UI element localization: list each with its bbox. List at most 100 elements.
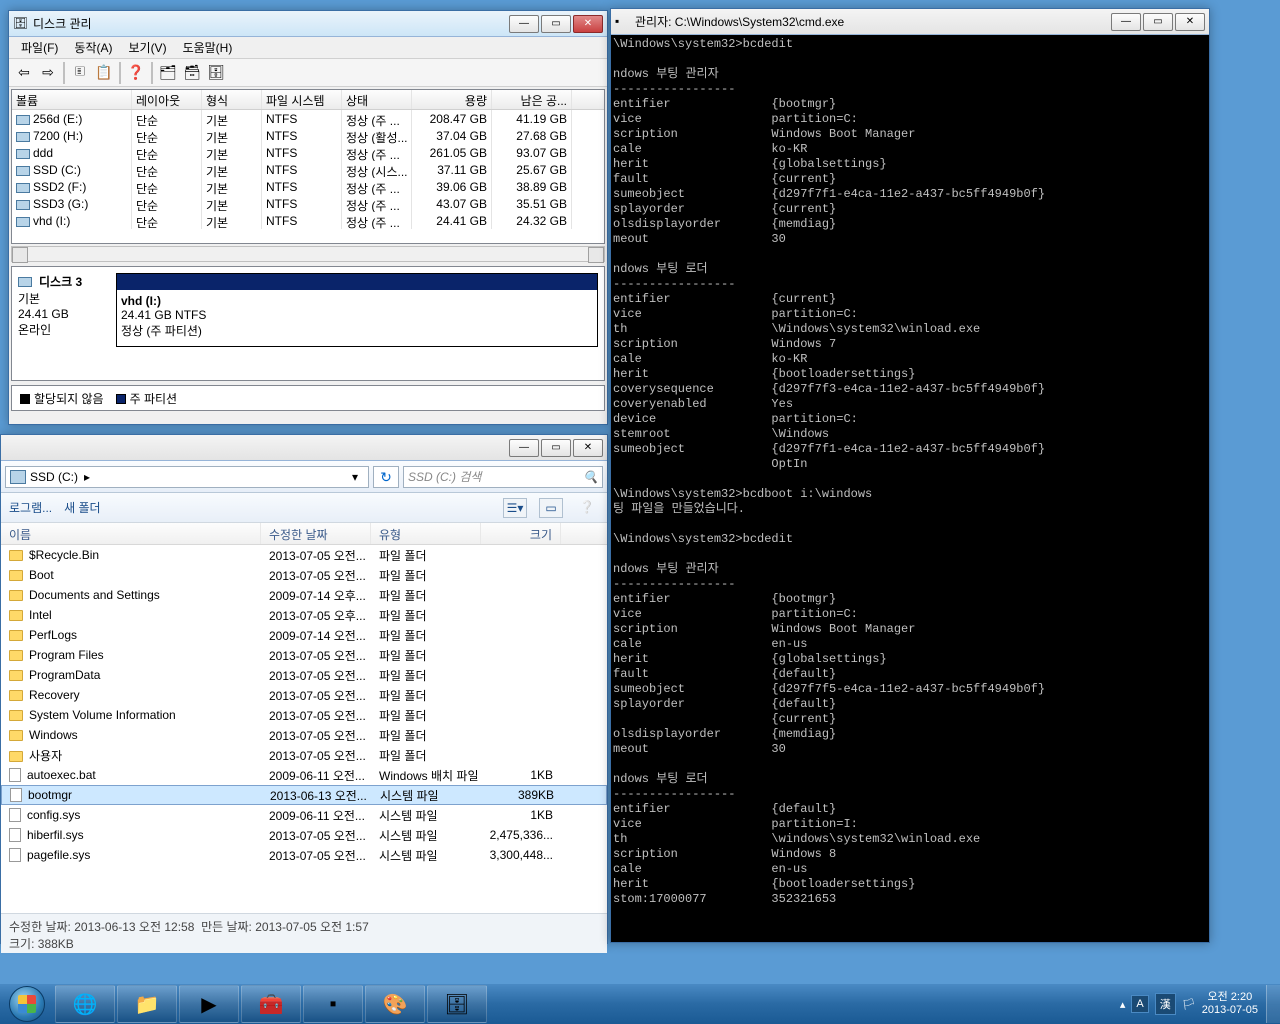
titlebar[interactable]: ▪ 관리자: C:\Windows\System32\cmd.exe — ▭ ✕ <box>611 9 1209 35</box>
file-row[interactable]: autoexec.bat2009-06-11 오전...Windows 배치 파… <box>1 765 607 785</box>
separator <box>151 62 153 84</box>
taskbar-item-explorer[interactable]: 📁 <box>117 985 177 1023</box>
volume-row[interactable]: vhd (I:)단순기본NTFS정상 (주 ...24.41 GB24.32 G… <box>12 212 604 229</box>
view-options-icon[interactable]: ☰▾ <box>503 498 527 518</box>
col-size[interactable]: 크기 <box>481 523 561 544</box>
file-row[interactable]: PerfLogs2009-07-14 오전...파일 폴더 <box>1 625 607 645</box>
refresh-button[interactable]: ↻ <box>373 466 399 488</box>
file-row[interactable]: pagefile.sys2013-07-05 오전...시스템 파일3,300,… <box>1 845 607 865</box>
file-row[interactable]: config.sys2009-06-11 오전...시스템 파일1KB <box>1 805 607 825</box>
maximize-button[interactable]: ▭ <box>541 439 571 457</box>
col-type[interactable]: 형식 <box>202 90 262 109</box>
titlebar[interactable]: — ▭ ✕ <box>1 435 607 461</box>
disk-icon <box>18 277 32 287</box>
volume-row[interactable]: SSD (C:)단순기본NTFS정상 (시스...37.11 GB25.67 G… <box>12 161 604 178</box>
column-headers: 볼륨 레이아웃 형식 파일 시스템 상태 용량 남은 공... <box>12 90 604 110</box>
file-row[interactable]: ProgramData2013-07-05 오전...파일 폴더 <box>1 665 607 685</box>
tray-expand-icon[interactable]: ▴ <box>1120 998 1126 1011</box>
search-icon[interactable]: 🔍 <box>583 470 598 484</box>
maximize-button[interactable]: ▭ <box>1143 13 1173 31</box>
close-button[interactable]: ✕ <box>573 15 603 33</box>
file-list[interactable]: 이름 수정한 날짜 유형 크기 $Recycle.Bin2013-07-05 오… <box>1 523 607 913</box>
titlebar[interactable]: 🗄 디스크 관리 — ▭ ✕ <box>9 11 607 37</box>
minimize-button[interactable]: — <box>1111 13 1141 31</box>
organize-menu[interactable]: 로그램... <box>9 499 52 516</box>
action2-icon[interactable]: 🗃 <box>181 62 203 84</box>
help-icon[interactable]: ❔ <box>575 498 599 518</box>
terminal-output[interactable]: \Windows\system32>bcdedit ndows 부팅 관리자 -… <box>611 35 1209 942</box>
file-row[interactable]: Intel2013-07-05 오후...파일 폴더 <box>1 605 607 625</box>
col-status[interactable]: 상태 <box>342 90 412 109</box>
file-row[interactable]: Boot2013-07-05 오전...파일 폴더 <box>1 565 607 585</box>
properties-icon[interactable]: 📋 <box>93 62 115 84</box>
taskbar-item-ie[interactable]: 🌐 <box>55 985 115 1023</box>
file-row[interactable]: bootmgr2013-06-13 오전...시스템 파일389KB <box>1 785 607 805</box>
volume-row[interactable]: 256d (E:)단순기본NTFS정상 (주 ...208.47 GB41.19… <box>12 110 604 127</box>
col-free[interactable]: 남은 공... <box>492 90 572 109</box>
start-button[interactable] <box>0 984 54 1024</box>
disk-label: 디스크 3 기본 24.41 GB 온라인 <box>18 273 108 347</box>
menu-action[interactable]: 동작(A) <box>66 39 120 56</box>
close-button[interactable]: ✕ <box>573 439 603 457</box>
ime-lang[interactable]: 漢 <box>1155 993 1176 1015</box>
col-layout[interactable]: 레이아웃 <box>132 90 202 109</box>
unallocated-swatch <box>20 394 30 404</box>
maximize-button[interactable]: ▭ <box>541 15 571 33</box>
file-row[interactable]: System Volume Information2013-07-05 오전..… <box>1 705 607 725</box>
forward-icon[interactable]: ⇨ <box>37 62 59 84</box>
chevron-down-icon[interactable]: ▸ <box>78 470 96 484</box>
taskbar-item-cmd[interactable]: ▪ <box>303 985 363 1023</box>
file-row[interactable]: Documents and Settings2009-07-14 오후...파일… <box>1 585 607 605</box>
breadcrumb[interactable]: SSD (C:) ▸ ▾ <box>5 466 369 488</box>
back-icon[interactable]: ⇦ <box>13 62 35 84</box>
minimize-button[interactable]: — <box>509 15 539 33</box>
history-dropdown-icon[interactable]: ▾ <box>346 470 364 484</box>
close-button[interactable]: ✕ <box>1175 13 1205 31</box>
details-pane: 수정한 날짜: 2013-06-13 오전 12:58 만든 날짜: 2013-… <box>1 913 607 953</box>
ime-mode[interactable]: A <box>1131 995 1148 1013</box>
volume-row[interactable]: SSD3 (G:)단순기본NTFS정상 (주 ...43.07 GB35.51 … <box>12 195 604 212</box>
help-icon[interactable]: ❓ <box>125 62 147 84</box>
volume-row[interactable]: SSD2 (F:)단순기본NTFS정상 (주 ...39.06 GB38.89 … <box>12 178 604 195</box>
explorer-window: — ▭ ✕ SSD (C:) ▸ ▾ ↻ SSD (C:) 검색 🔍 로그램..… <box>0 434 608 944</box>
command-bar: 로그램... 새 폴더 ☰▾ ▭ ❔ <box>1 493 607 523</box>
col-type[interactable]: 유형 <box>371 523 481 544</box>
volume-list[interactable]: 볼륨 레이아웃 형식 파일 시스템 상태 용량 남은 공... 256d (E:… <box>11 89 605 244</box>
taskbar-item-diskmgmt[interactable]: 🗄 <box>427 985 487 1023</box>
col-name[interactable]: 이름 <box>1 523 261 544</box>
col-volume[interactable]: 볼륨 <box>12 90 132 109</box>
menu-help[interactable]: 도움말(H) <box>175 39 241 56</box>
action1-icon[interactable]: 🗂 <box>157 62 179 84</box>
file-row[interactable]: $Recycle.Bin2013-07-05 오전...파일 폴더 <box>1 545 607 565</box>
menu-file[interactable]: 파일(F) <box>13 39 66 56</box>
clock[interactable]: 오전 2:20 2013-07-05 <box>1202 991 1258 1017</box>
disk-management-window: 🗄 디스크 관리 — ▭ ✕ 파일(F) 동작(A) 보기(V) 도움말(H) … <box>8 10 608 425</box>
file-row[interactable]: Program Files2013-07-05 오전...파일 폴더 <box>1 645 607 665</box>
minimize-button[interactable]: — <box>509 439 539 457</box>
volume-row[interactable]: ddd단순기본NTFS정상 (주 ...261.05 GB93.07 GB <box>12 144 604 161</box>
volume-row[interactable]: 7200 (H:)단순기본NTFS정상 (활성...37.04 GB27.68 … <box>12 127 604 144</box>
taskbar-item-toolbox[interactable]: 🧰 <box>241 985 301 1023</box>
file-row[interactable]: hiberfil.sys2013-07-05 오전...시스템 파일2,475,… <box>1 825 607 845</box>
action3-icon[interactable]: 🗄 <box>205 62 227 84</box>
col-capacity[interactable]: 용량 <box>412 90 492 109</box>
horizontal-scrollbar[interactable] <box>11 246 605 262</box>
col-date[interactable]: 수정한 날짜 <box>261 523 371 544</box>
col-filesystem[interactable]: 파일 시스템 <box>262 90 342 109</box>
taskbar-item-media[interactable]: ▶ <box>179 985 239 1023</box>
refresh-icon[interactable]: 🗉 <box>69 62 91 84</box>
preview-pane-icon[interactable]: ▭ <box>539 498 563 518</box>
taskbar-item-app[interactable]: 🎨 <box>365 985 425 1023</box>
file-row[interactable]: Windows2013-07-05 오전...파일 폴더 <box>1 725 607 745</box>
show-desktop-button[interactable] <box>1266 985 1280 1023</box>
menu-view[interactable]: 보기(V) <box>120 39 174 56</box>
partition-block[interactable]: vhd (I:) 24.41 GB NTFS 정상 (주 파티션) <box>116 273 598 347</box>
toolbar: ⇦ ⇨ 🗉 📋 ❓ 🗂 🗃 🗄 <box>9 59 607 87</box>
disk-graphical-view[interactable]: 디스크 3 기본 24.41 GB 온라인 vhd (I:) 24.41 GB … <box>11 266 605 381</box>
new-folder-button[interactable]: 새 폴더 <box>64 499 100 516</box>
search-input[interactable]: SSD (C:) 검색 🔍 <box>403 466 603 488</box>
cmd-icon: ▪ <box>615 14 631 30</box>
file-row[interactable]: Recovery2013-07-05 오전...파일 폴더 <box>1 685 607 705</box>
file-row[interactable]: 사용자2013-07-05 오전...파일 폴더 <box>1 745 607 765</box>
action-center-icon[interactable]: 🏳 <box>1182 998 1196 1011</box>
